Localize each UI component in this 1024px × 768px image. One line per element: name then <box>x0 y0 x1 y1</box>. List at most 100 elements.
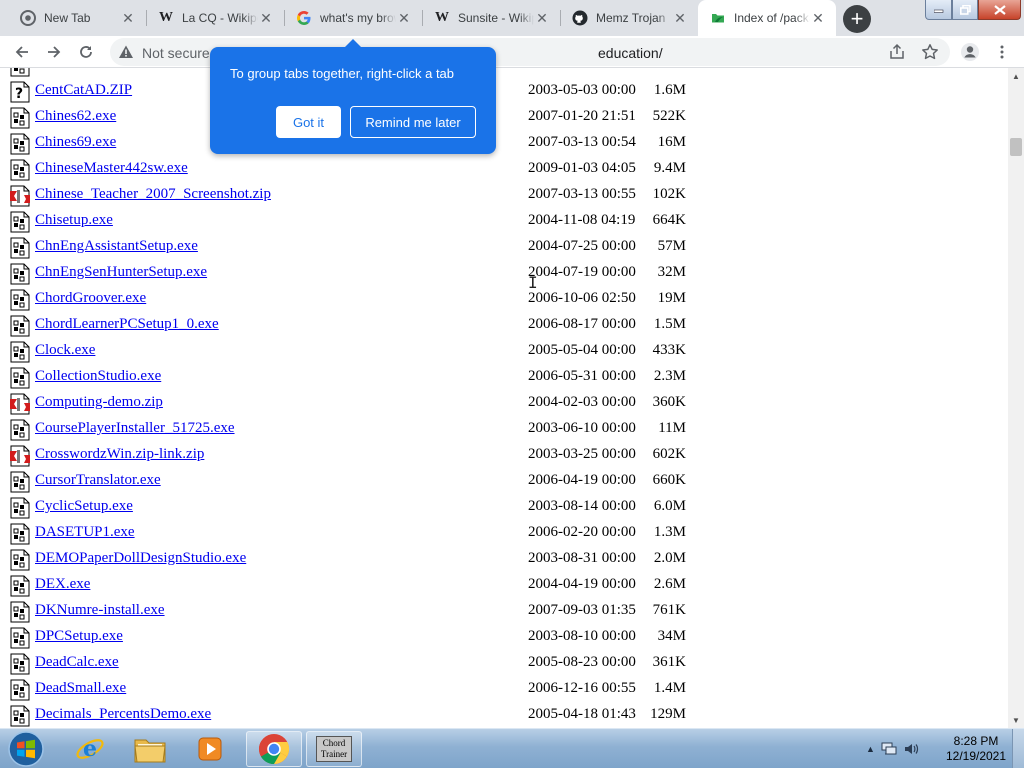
listing-row: CollectionStudio.exe 2006-05-31 00:00 2.3M <box>10 364 1000 390</box>
binary-file-icon[interactable] <box>10 601 30 623</box>
file-size: 6.0M <box>653 498 686 514</box>
tab-sunsite-wikipedia[interactable]: W Sunsite - Wikipedia ✕ <box>422 0 560 36</box>
close-icon[interactable]: ✕ <box>258 10 274 26</box>
start-button[interactable] <box>2 730 50 768</box>
taskbar-media-player[interactable] <box>182 731 238 767</box>
network-icon[interactable] <box>881 741 897 757</box>
menu-button[interactable] <box>988 38 1016 66</box>
archive-file-icon[interactable] <box>10 393 30 415</box>
file-link[interactable]: CentCatAD.ZIP <box>35 82 132 99</box>
new-tab-button[interactable]: + <box>843 5 871 33</box>
binary-file-icon[interactable] <box>10 523 30 545</box>
binary-file-icon[interactable] <box>10 237 30 259</box>
close-icon[interactable]: ✕ <box>120 10 136 26</box>
profile-button[interactable] <box>956 38 984 66</box>
file-link[interactable]: DeadSmall.exe <box>35 680 126 697</box>
file-link[interactable]: Chines62.exe <box>35 108 116 125</box>
binary-file-icon[interactable] <box>10 653 30 675</box>
taskbar-windows-explorer[interactable] <box>122 731 178 767</box>
binary-file-icon[interactable] <box>10 315 30 337</box>
file-link[interactable]: CyclicSetup.exe <box>35 498 133 515</box>
archive-file-icon[interactable] <box>10 445 30 467</box>
file-date: 2003-08-14 00:00 <box>528 498 636 514</box>
url-text[interactable]: education/ <box>598 45 663 61</box>
file-link[interactable]: ChordLearnerPCSetup1_0.exe <box>35 316 219 333</box>
file-link[interactable]: Chisetup.exe <box>35 212 113 229</box>
tab-memz-trojan[interactable]: Memz Trojan ✕ <box>560 0 698 36</box>
binary-file-icon[interactable] <box>10 471 30 493</box>
binary-file-icon[interactable] <box>10 68 30 77</box>
scrollbar-thumb[interactable] <box>1010 138 1022 156</box>
binary-file-icon[interactable] <box>10 575 30 597</box>
tab-index-of-packages[interactable]: Index of /packages/education/ ✕ <box>698 0 836 36</box>
binary-file-icon[interactable] <box>10 367 30 389</box>
binary-file-icon[interactable] <box>10 341 30 363</box>
file-link[interactable]: DPCSetup.exe <box>35 628 123 645</box>
unknown-file-icon[interactable]: ? <box>10 81 30 103</box>
star-icon[interactable] <box>921 43 939 61</box>
binary-file-icon[interactable] <box>10 159 30 181</box>
file-link[interactable]: DEMOPaperDollDesignStudio.exe <box>35 550 246 567</box>
file-link[interactable]: DASETUP1.exe <box>35 524 135 541</box>
tab-new-tab[interactable]: New Tab ✕ <box>8 0 146 36</box>
file-link[interactable]: ChnEngSenHunterSetup.exe <box>35 264 207 281</box>
vertical-scrollbar[interactable]: ▲ ▼ <box>1008 68 1024 728</box>
scroll-down-icon[interactable]: ▼ <box>1008 712 1024 728</box>
binary-file-icon[interactable] <box>10 263 30 285</box>
file-size: 2.3M <box>653 368 686 384</box>
file-link[interactable]: Decimals_PercentsDemo.exe <box>35 706 211 723</box>
warning-icon[interactable] <box>118 44 134 60</box>
scroll-up-icon[interactable]: ▲ <box>1008 68 1024 84</box>
binary-file-icon[interactable] <box>10 289 30 311</box>
minimize-button[interactable] <box>925 0 952 20</box>
file-link[interactable]: DEX.exe <box>35 576 90 593</box>
file-date: 2003-05-03 00:00 <box>528 82 636 98</box>
close-icon[interactable]: ✕ <box>534 10 550 26</box>
file-link[interactable]: CollectionStudio.exe <box>35 368 161 385</box>
taskbar-internet-explorer[interactable]: e <box>62 731 118 767</box>
taskbar-chord-trainer[interactable]: Chord Trainer <box>306 731 362 767</box>
file-link[interactable]: Clock.exe <box>35 342 95 359</box>
file-link[interactable]: ChineseMaster442sw.exe <box>35 160 188 177</box>
volume-icon[interactable] <box>903 741 919 757</box>
file-link[interactable]: CrosswordzWin.zip-link.zip <box>35 446 204 463</box>
forward-button[interactable] <box>40 38 68 66</box>
file-link[interactable]: ChnEngAssistantSetup.exe <box>35 238 198 255</box>
remind-me-later-button[interactable]: Remind me later <box>350 106 476 138</box>
file-link[interactable]: Chinese_Teacher_2007_Screenshot.zip <box>35 186 271 203</box>
taskbar-clock[interactable]: 8:28 PM 12/19/2021 <box>936 734 1016 764</box>
close-icon[interactable]: ✕ <box>672 10 688 26</box>
binary-file-icon[interactable] <box>10 211 30 233</box>
file-link[interactable]: CoursePlayerInstaller_51725.exe <box>35 420 235 437</box>
binary-file-icon[interactable] <box>10 549 30 571</box>
restore-button[interactable] <box>952 0 978 20</box>
listing-row: DKNumre-install.exe 2007-09-03 01:35 761K <box>10 598 1000 624</box>
binary-file-icon[interactable] <box>10 679 30 701</box>
tab-whats-my-browser[interactable]: what's my browser ✕ <box>284 0 422 36</box>
binary-file-icon[interactable] <box>10 107 30 129</box>
binary-file-icon[interactable] <box>10 419 30 441</box>
archive-file-icon[interactable] <box>10 185 30 207</box>
file-link[interactable]: Computing-demo.zip <box>35 394 163 411</box>
taskbar-chrome[interactable] <box>246 731 302 767</box>
security-status[interactable]: Not secure <box>142 45 210 61</box>
show-hidden-icons-icon[interactable]: ▲ <box>866 744 875 754</box>
window-close-button[interactable] <box>978 0 1021 20</box>
tab-la-cq-wikipedia[interactable]: W La CQ - Wikipedia ✕ <box>146 0 284 36</box>
show-desktop-button[interactable] <box>1012 729 1024 768</box>
binary-file-icon[interactable] <box>10 705 30 727</box>
file-link[interactable]: CursorTranslator.exe <box>35 472 161 489</box>
file-link[interactable]: DKNumre-install.exe <box>35 602 165 619</box>
binary-file-icon[interactable] <box>10 133 30 155</box>
file-link[interactable]: Chines69.exe <box>35 134 116 151</box>
binary-file-icon[interactable] <box>10 497 30 519</box>
back-button[interactable] <box>8 38 36 66</box>
binary-file-icon[interactable] <box>10 627 30 649</box>
file-link[interactable]: DeadCalc.exe <box>35 654 119 671</box>
share-icon[interactable] <box>888 43 906 61</box>
got-it-button[interactable]: Got it <box>276 106 341 138</box>
file-link[interactable]: ChordGroover.exe <box>35 290 146 307</box>
reload-button[interactable] <box>72 38 100 66</box>
close-icon[interactable]: ✕ <box>396 10 412 26</box>
close-icon[interactable]: ✕ <box>810 10 826 26</box>
